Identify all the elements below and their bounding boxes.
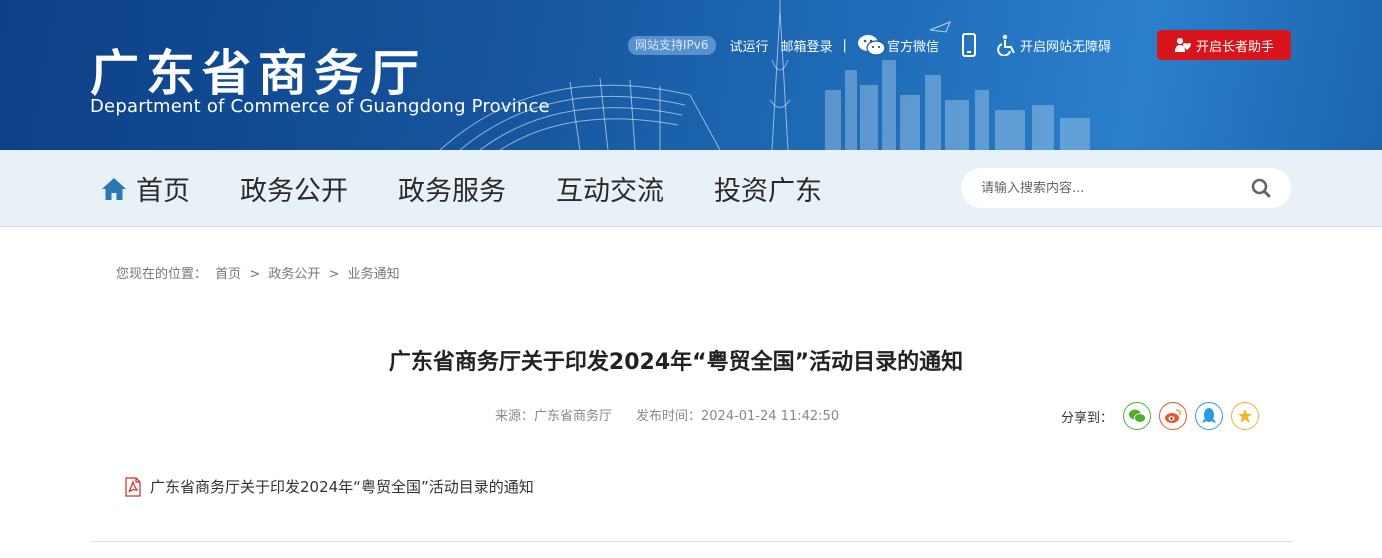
qq-share-icon (1202, 408, 1217, 423)
wechat-link-label: 官方微信 (886, 39, 939, 55)
article-title: 广东省商务厅关于印发2024年“粤贸全国”活动目录的通知 (388, 350, 964, 375)
share-bar: 分享到： (1061, 402, 1267, 430)
weibo-share-icon (1165, 409, 1181, 423)
breadcrumb-separator: > (328, 267, 340, 282)
breadcrumb-home[interactable]: 首页 (215, 267, 241, 282)
topbar-separator: | (842, 37, 847, 53)
wechat-share-icon (1129, 409, 1146, 423)
wheelchair-icon (997, 34, 1015, 56)
nav-item-label: 首页 (136, 176, 190, 207)
wechat-icon (857, 35, 886, 56)
share-qzone-button[interactable] (1231, 402, 1260, 430)
site-logo-subtitle: Department of Commerce of Guangdong Prov… (90, 96, 550, 117)
content-divider (90, 541, 1292, 542)
mobile-version-link[interactable] (961, 33, 977, 57)
share-label: 分享到： (1061, 410, 1114, 426)
breadcrumb-separator: > (249, 267, 261, 282)
nav-item-government-affairs[interactable]: 政务公开 (240, 169, 348, 208)
top-utility-bar: 网站支持IPv6 试运行 邮箱登录 | 官方微信 开启网站无障碍 (628, 30, 1117, 60)
search-box (961, 168, 1291, 208)
elder-icon (1174, 38, 1191, 52)
search-icon (1251, 178, 1271, 198)
breadcrumb: 您现在的位置： 首页 > 政务公开 > 业务通知 (116, 263, 404, 282)
article-publish-time: 发布时间：2024-01-24 11:42:50 (636, 409, 840, 424)
breadcrumb-business-notices[interactable]: 业务通知 (348, 267, 400, 282)
trial-run-link[interactable]: 试运行 (730, 36, 769, 55)
accessibility-link-label: 开启网站无障碍 (1019, 39, 1111, 55)
ipv6-badge: 网站支持IPv6 (628, 35, 716, 55)
article-meta: 来源：广东省商务厅 发布时间：2024-01-24 11:42:50 (495, 405, 839, 424)
city-skyline-illustration (439, 0, 1090, 150)
pdf-icon (124, 476, 142, 497)
elder-assistant-label: 开启长者助手 (1195, 39, 1274, 55)
nav-item-home[interactable]: 首页 (100, 169, 190, 208)
qzone-share-icon (1238, 409, 1253, 423)
site-logo-title[interactable]: 广东省商务厅 (90, 34, 426, 105)
elder-assistant-button[interactable]: 开启长者助手 (1157, 30, 1291, 60)
article-source: 来源：广东省商务厅 (495, 409, 613, 424)
wechat-link[interactable]: 官方微信 (857, 33, 939, 57)
nav-item-government-services[interactable]: 政务服务 (398, 169, 506, 208)
search-button[interactable] (1251, 178, 1271, 202)
attachment-title: 广东省商务厅关于印发2024年“粤贸全国”活动目录的通知 (150, 478, 534, 496)
nav-item-invest-guangdong[interactable]: 投资广东 (714, 169, 822, 208)
mailbox-login-link[interactable]: 邮箱登录 (781, 36, 833, 55)
share-wechat-button[interactable] (1123, 402, 1152, 430)
mobile-icon (961, 33, 976, 57)
accessibility-link[interactable]: 开启网站无障碍 (997, 34, 1111, 56)
breadcrumb-prefix: 您现在的位置： (116, 267, 208, 282)
header-banner: 广东省商务厅 Department of Commerce of Guangdo… (0, 0, 1382, 150)
share-weibo-button[interactable] (1159, 402, 1188, 430)
home-icon (100, 175, 128, 203)
nav-item-interaction[interactable]: 互动交流 (556, 169, 664, 208)
search-input[interactable] (981, 180, 1241, 196)
share-qq-button[interactable] (1195, 402, 1224, 430)
breadcrumb-government-affairs[interactable]: 政务公开 (268, 267, 320, 282)
attachment-link[interactable]: 广东省商务厅关于印发2024年“粤贸全国”活动目录的通知 (124, 476, 534, 497)
